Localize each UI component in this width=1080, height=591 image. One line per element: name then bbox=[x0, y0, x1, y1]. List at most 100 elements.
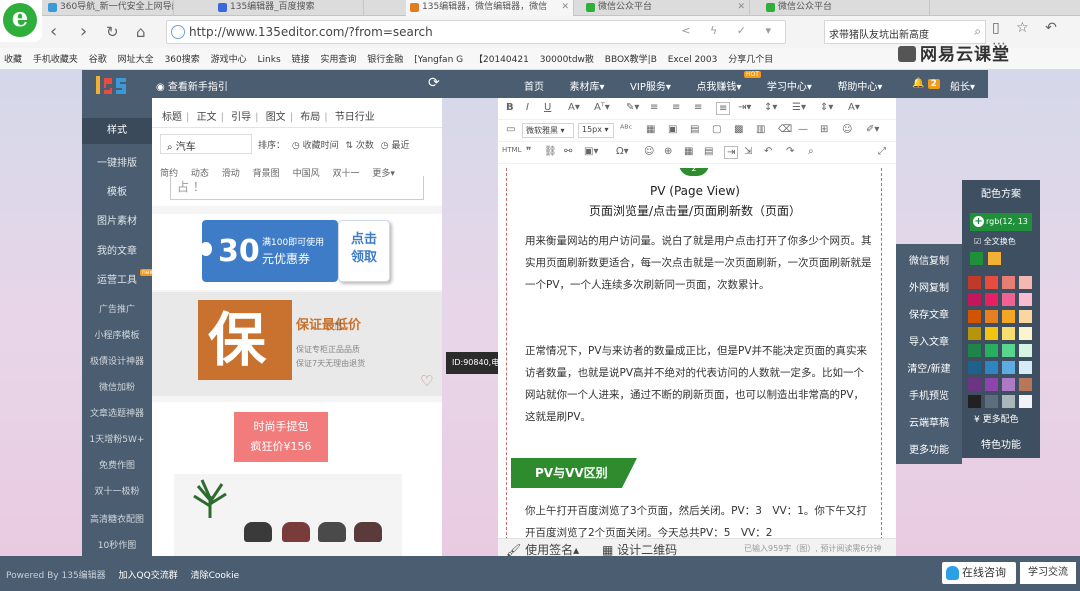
list-icon[interactable]: ☰▾ bbox=[792, 102, 806, 113]
sidebar-ad-item[interactable]: 微信加粉 bbox=[82, 380, 152, 393]
color-swatch[interactable] bbox=[985, 395, 998, 408]
indent-icon[interactable]: ⇥▾ bbox=[738, 102, 751, 113]
color-swatch[interactable] bbox=[1019, 378, 1032, 391]
bookmark-item[interactable]: 360搜索 bbox=[165, 55, 200, 65]
bookmark-item[interactable]: 游戏中心 bbox=[211, 55, 247, 65]
material-card-coupon[interactable]: 30 满100即可使用 元优惠券 点击 领取 bbox=[152, 214, 442, 290]
special-functions-button[interactable]: 特色功能 bbox=[962, 436, 1040, 451]
close-icon[interactable]: ✕ bbox=[561, 0, 569, 15]
table-icon[interactable]: ▦ bbox=[646, 124, 655, 135]
tab-image-text[interactable]: 图文 bbox=[266, 112, 286, 123]
bookmark-item[interactable]: 手机收藏夹 bbox=[33, 55, 78, 65]
bookmark-item[interactable]: 实用查询 bbox=[320, 55, 356, 65]
template-icon[interactable]: ▤ bbox=[704, 146, 713, 157]
quote-icon[interactable]: ❞ bbox=[526, 146, 531, 157]
color-swatch[interactable] bbox=[1019, 293, 1032, 306]
color-swatch[interactable] bbox=[1019, 344, 1032, 357]
color-swatch[interactable] bbox=[1002, 344, 1015, 357]
tab-guide[interactable]: 引导 bbox=[231, 112, 251, 123]
bookmark-item[interactable]: 分享几个目 bbox=[728, 55, 773, 65]
border-icon[interactable]: ▢ bbox=[712, 124, 721, 135]
material-card-bag[interactable]: 时尚手提包 疯狂价¥156 bbox=[152, 402, 442, 556]
insert-icon[interactable]: ▤ bbox=[690, 124, 699, 135]
grid-icon[interactable]: ▩ bbox=[734, 124, 743, 135]
sidebar-item-tools[interactable]: 运营工具 new bbox=[82, 269, 157, 286]
color-swatch[interactable] bbox=[1019, 276, 1032, 289]
bold-icon[interactable]: B bbox=[506, 102, 514, 113]
font-size-icon[interactable]: A▾ bbox=[848, 102, 860, 113]
color-swatch[interactable] bbox=[968, 361, 981, 374]
nav-material[interactable]: 素材库▾ bbox=[570, 78, 605, 93]
browser-tab[interactable]: 微信公众平台 ✕ bbox=[582, 0, 750, 16]
image-icon[interactable]: ▣ bbox=[668, 124, 677, 135]
bookmark-item[interactable]: 谷歌 bbox=[89, 55, 107, 65]
browser-tab[interactable]: 360导航_新一代安全上网导航 bbox=[44, 0, 174, 16]
nav-learn[interactable]: 学习中心▾ bbox=[767, 78, 812, 93]
home-icon[interactable]: ⌂ bbox=[136, 22, 146, 42]
document-body[interactable]: 2 PV (Page View) 页面浏览量/点击量/页面刷新数（页面） 用来衡… bbox=[506, 168, 882, 540]
italic-icon[interactable]: I bbox=[526, 102, 529, 113]
clear-format-icon[interactable]: ⌫ bbox=[778, 124, 792, 135]
link-icon[interactable]: ⛓ bbox=[544, 146, 557, 157]
page-break-icon[interactable]: ⊞ bbox=[820, 124, 828, 135]
text-format-icon[interactable]: Aᵀ▾ bbox=[594, 102, 610, 113]
sidebar-item-style[interactable]: 样式 bbox=[82, 118, 152, 144]
tab-layout[interactable]: 布局 bbox=[300, 112, 320, 123]
color-swatch[interactable] bbox=[985, 310, 998, 323]
bookmark-item[interactable]: BBOX教学|B bbox=[605, 55, 657, 65]
highlight-icon[interactable]: ✎▾ bbox=[626, 102, 639, 113]
font-size-select[interactable]: 15px ▾ bbox=[578, 123, 614, 138]
media-icon[interactable]: ▣▾ bbox=[584, 146, 598, 157]
clear-new-button[interactable]: 清空/新建 bbox=[896, 360, 962, 375]
bookmark-item[interactable]: 【20140421 bbox=[474, 55, 529, 65]
cloud-draft-button[interactable]: 云端草稿 bbox=[896, 414, 962, 429]
color-swatch[interactable] bbox=[1019, 327, 1032, 340]
sidebar-ad-item[interactable]: 10秒作图 bbox=[82, 538, 152, 551]
more-functions-button[interactable]: 更多功能 bbox=[896, 441, 962, 456]
bookmark-item[interactable]: 银行金融 bbox=[367, 55, 403, 65]
more-colors-button[interactable]: ¥ 更多配色 bbox=[974, 412, 1019, 425]
color-swatch[interactable] bbox=[985, 276, 998, 289]
browser-tab[interactable]: 135编辑器_百度搜索 bbox=[214, 0, 364, 16]
color-swatch[interactable] bbox=[1002, 395, 1015, 408]
resize-icon[interactable]: ⇲ bbox=[744, 146, 752, 157]
clear-cookie-link[interactable]: 清除Cookie bbox=[191, 571, 240, 581]
color-swatch[interactable] bbox=[968, 378, 981, 391]
save-article-button[interactable]: 保存文章 bbox=[896, 306, 962, 321]
135-logo[interactable] bbox=[84, 72, 144, 98]
font-color-icon[interactable]: A▾ bbox=[568, 102, 580, 113]
color-swatch[interactable] bbox=[985, 361, 998, 374]
color-swatch[interactable] bbox=[968, 395, 981, 408]
align-right-icon[interactable]: ≡ bbox=[694, 102, 702, 113]
bookmark-item[interactable]: 30000tdw散 bbox=[540, 55, 594, 65]
sidebar-item-layout[interactable]: 一键排版 bbox=[82, 154, 152, 169]
format-painter-icon[interactable]: ▭ bbox=[506, 124, 515, 135]
reload-icon[interactable]: ↻ bbox=[106, 22, 119, 42]
color-swatch[interactable] bbox=[1002, 378, 1015, 391]
justify-icon[interactable]: ≡ bbox=[716, 102, 731, 115]
sort-favorite-time[interactable]: ◷ 收藏时间 bbox=[292, 141, 339, 151]
mobile-preview-button[interactable]: 手机预览 bbox=[896, 387, 962, 402]
notification-bell[interactable]: 🔔 2 bbox=[912, 78, 940, 89]
undo-icon[interactable]: ↶ bbox=[764, 146, 772, 157]
zoom-icon[interactable]: ⌕ bbox=[808, 146, 814, 157]
align-left-icon[interactable]: ≡ bbox=[650, 102, 658, 113]
address-bar[interactable]: http://www.135editor.com/?from=search < … bbox=[166, 20, 786, 44]
select-all-icon[interactable]: ⇥ bbox=[724, 146, 739, 159]
color-swatch[interactable] bbox=[1002, 293, 1015, 306]
favorite-heart-icon[interactable]: ♡ bbox=[420, 372, 433, 390]
import-article-button[interactable]: 导入文章 bbox=[896, 333, 962, 348]
color-swatch[interactable] bbox=[1019, 395, 1032, 408]
search-icon[interactable]: ⌕ bbox=[974, 24, 981, 39]
browser-tab-active[interactable]: 135编辑器，微信编辑器，微信 ✕ bbox=[406, 0, 574, 16]
color-swatch[interactable] bbox=[985, 378, 998, 391]
color-swatch[interactable] bbox=[985, 293, 998, 306]
brush-icon[interactable]: ✐▾ bbox=[866, 124, 879, 135]
redo-icon[interactable]: ↷ bbox=[786, 146, 794, 157]
fullscreen-icon[interactable]: ⤢ bbox=[878, 146, 886, 157]
embed-icon[interactable]: ▦ bbox=[684, 146, 693, 157]
map-icon[interactable]: ⊕ bbox=[664, 146, 672, 157]
primary-color-swatch[interactable] bbox=[970, 252, 983, 265]
primary-color-swatch[interactable] bbox=[988, 252, 1001, 265]
color-swatch[interactable] bbox=[1002, 276, 1015, 289]
